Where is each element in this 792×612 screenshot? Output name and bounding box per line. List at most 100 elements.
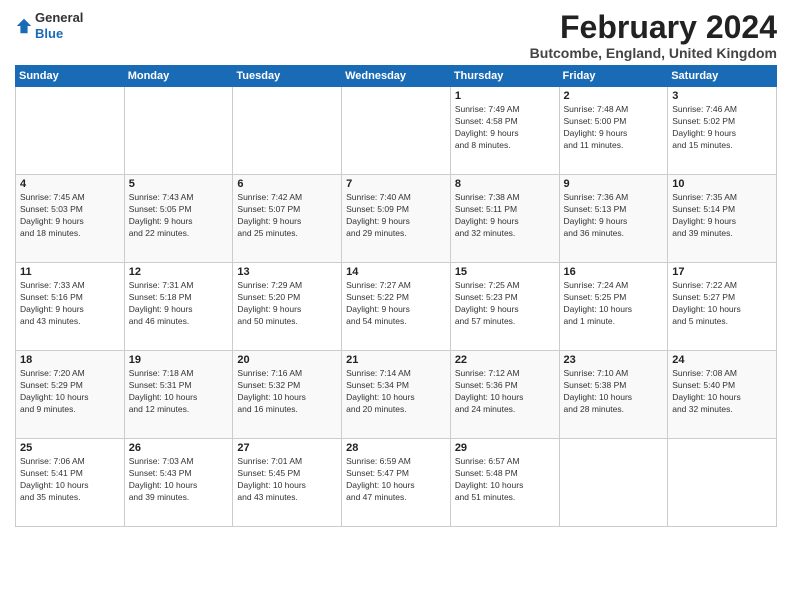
day-number: 15: [455, 266, 555, 278]
day-cell: 6 Sunrise: 7:42 AM Sunset: 5:07 PM Daylig…: [233, 175, 342, 263]
day-info: Sunrise: 7:38 AM Sunset: 5:11 PM Dayligh…: [455, 192, 555, 240]
day-number: 2: [564, 90, 664, 102]
day-info: Sunrise: 7:49 AM Sunset: 4:58 PM Dayligh…: [455, 104, 555, 152]
logo-text: General Blue: [35, 10, 83, 41]
day-cell: [233, 87, 342, 175]
day-number: 25: [20, 442, 120, 454]
day-info: Sunrise: 7:46 AM Sunset: 5:02 PM Dayligh…: [672, 104, 772, 152]
day-cell: 18 Sunrise: 7:20 AM Sunset: 5:29 PM Dayli…: [16, 351, 125, 439]
day-number: 23: [564, 354, 664, 366]
day-number: 4: [20, 178, 120, 190]
day-number: 11: [20, 266, 120, 278]
day-cell: 26Sunrise: 7:03 AM Sunset: 5:43 PM Dayli…: [124, 439, 233, 527]
day-info: Sunrise: 7:40 AM Sunset: 5:09 PM Dayligh…: [346, 192, 446, 240]
day-info: Sunrise: 7:42 AM Sunset: 5:07 PM Dayligh…: [237, 192, 337, 240]
weekday-header-tuesday: Tuesday: [233, 66, 342, 87]
day-number: 20: [237, 354, 337, 366]
header-row: General Blue February 2024 Butcombe, Eng…: [15, 10, 777, 61]
day-cell: [16, 87, 125, 175]
day-number: 9: [564, 178, 664, 190]
day-cell: [559, 439, 668, 527]
day-cell: 29 Sunrise: 6:57 AM Sunset: 5:48 PM Dayli…: [450, 439, 559, 527]
day-cell: 24 Sunrise: 7:08 AM Sunset: 5:40 PM Dayli…: [668, 351, 777, 439]
day-cell: [342, 87, 451, 175]
day-cell: 2Sunrise: 7:48 AM Sunset: 5:00 PM Daylig…: [559, 87, 668, 175]
weekday-header-sunday: Sunday: [16, 66, 125, 87]
day-number: 17: [672, 266, 772, 278]
weekday-header-row: SundayMondayTuesdayWednesdayThursdayFrid…: [16, 66, 777, 87]
day-cell: 12Sunrise: 7:31 AM Sunset: 5:18 PM Dayli…: [124, 263, 233, 351]
day-number: 10: [672, 178, 772, 190]
day-cell: 22 Sunrise: 7:12 AM Sunset: 5:36 PM Dayli…: [450, 351, 559, 439]
day-info: Sunrise: 7:14 AM Sunset: 5:34 PM Dayligh…: [346, 368, 446, 416]
day-number: 21: [346, 354, 446, 366]
day-info: Sunrise: 7:16 AM Sunset: 5:32 PM Dayligh…: [237, 368, 337, 416]
day-number: 3: [672, 90, 772, 102]
day-info: Sunrise: 7:33 AM Sunset: 5:16 PM Dayligh…: [20, 280, 120, 328]
day-cell: 21 Sunrise: 7:14 AM Sunset: 5:34 PM Dayli…: [342, 351, 451, 439]
day-number: 27: [237, 442, 337, 454]
day-cell: 11 Sunrise: 7:33 AM Sunset: 5:16 PM Dayli…: [16, 263, 125, 351]
day-cell: 7 Sunrise: 7:40 AM Sunset: 5:09 PM Daylig…: [342, 175, 451, 263]
day-info: Sunrise: 7:29 AM Sunset: 5:20 PM Dayligh…: [237, 280, 337, 328]
day-cell: 14 Sunrise: 7:27 AM Sunset: 5:22 PM Dayli…: [342, 263, 451, 351]
day-cell: [124, 87, 233, 175]
day-cell: 3 Sunrise: 7:46 AM Sunset: 5:02 PM Daylig…: [668, 87, 777, 175]
day-cell: 1 Sunrise: 7:49 AM Sunset: 4:58 PM Daylig…: [450, 87, 559, 175]
day-cell: 17Sunrise: 7:22 AM Sunset: 5:27 PM Dayli…: [668, 263, 777, 351]
day-cell: 8Sunrise: 7:38 AM Sunset: 5:11 PM Daylig…: [450, 175, 559, 263]
weekday-header-saturday: Saturday: [668, 66, 777, 87]
day-cell: 4 Sunrise: 7:45 AM Sunset: 5:03 PM Daylig…: [16, 175, 125, 263]
day-info: Sunrise: 7:03 AM Sunset: 5:43 PM Dayligh…: [129, 456, 229, 504]
day-number: 29: [455, 442, 555, 454]
day-cell: 9 Sunrise: 7:36 AM Sunset: 5:13 PM Daylig…: [559, 175, 668, 263]
day-info: Sunrise: 7:45 AM Sunset: 5:03 PM Dayligh…: [20, 192, 120, 240]
day-cell: 16 Sunrise: 7:24 AM Sunset: 5:25 PM Dayli…: [559, 263, 668, 351]
weekday-header-wednesday: Wednesday: [342, 66, 451, 87]
day-info: Sunrise: 7:36 AM Sunset: 5:13 PM Dayligh…: [564, 192, 664, 240]
day-cell: 19 Sunrise: 7:18 AM Sunset: 5:31 PM Dayli…: [124, 351, 233, 439]
day-cell: 10 Sunrise: 7:35 AM Sunset: 5:14 PM Dayli…: [668, 175, 777, 263]
day-number: 18: [20, 354, 120, 366]
day-info: Sunrise: 7:20 AM Sunset: 5:29 PM Dayligh…: [20, 368, 120, 416]
day-cell: 15 Sunrise: 7:25 AM Sunset: 5:23 PM Dayli…: [450, 263, 559, 351]
day-info: Sunrise: 7:10 AM Sunset: 5:38 PM Dayligh…: [564, 368, 664, 416]
week-row-0: 1 Sunrise: 7:49 AM Sunset: 4:58 PM Daylig…: [16, 87, 777, 175]
day-info: Sunrise: 7:43 AM Sunset: 5:05 PM Dayligh…: [129, 192, 229, 240]
week-row-4: 25 Sunrise: 7:06 AM Sunset: 5:41 PM Dayli…: [16, 439, 777, 527]
day-info: Sunrise: 7:24 AM Sunset: 5:25 PM Dayligh…: [564, 280, 664, 328]
day-info: Sunrise: 7:08 AM Sunset: 5:40 PM Dayligh…: [672, 368, 772, 416]
day-number: 24: [672, 354, 772, 366]
month-title: February 2024: [530, 10, 777, 45]
day-number: 22: [455, 354, 555, 366]
logo-icon: [15, 17, 33, 35]
day-number: 28: [346, 442, 446, 454]
day-number: 1: [455, 90, 555, 102]
day-info: Sunrise: 7:35 AM Sunset: 5:14 PM Dayligh…: [672, 192, 772, 240]
day-info: Sunrise: 7:01 AM Sunset: 5:45 PM Dayligh…: [237, 456, 337, 504]
day-number: 14: [346, 266, 446, 278]
logo: General Blue: [15, 10, 83, 41]
day-number: 6: [237, 178, 337, 190]
day-info: Sunrise: 7:18 AM Sunset: 5:31 PM Dayligh…: [129, 368, 229, 416]
day-info: Sunrise: 7:31 AM Sunset: 5:18 PM Dayligh…: [129, 280, 229, 328]
calendar-table: SundayMondayTuesdayWednesdayThursdayFrid…: [15, 65, 777, 527]
day-info: Sunrise: 7:25 AM Sunset: 5:23 PM Dayligh…: [455, 280, 555, 328]
day-cell: 20 Sunrise: 7:16 AM Sunset: 5:32 PM Dayli…: [233, 351, 342, 439]
day-number: 7: [346, 178, 446, 190]
title-block: February 2024 Butcombe, England, United …: [530, 10, 777, 61]
day-info: Sunrise: 6:57 AM Sunset: 5:48 PM Dayligh…: [455, 456, 555, 504]
week-row-1: 4 Sunrise: 7:45 AM Sunset: 5:03 PM Daylig…: [16, 175, 777, 263]
day-cell: 5 Sunrise: 7:43 AM Sunset: 5:05 PM Daylig…: [124, 175, 233, 263]
day-info: Sunrise: 6:59 AM Sunset: 5:47 PM Dayligh…: [346, 456, 446, 504]
day-info: Sunrise: 7:12 AM Sunset: 5:36 PM Dayligh…: [455, 368, 555, 416]
day-info: Sunrise: 7:06 AM Sunset: 5:41 PM Dayligh…: [20, 456, 120, 504]
day-info: Sunrise: 7:27 AM Sunset: 5:22 PM Dayligh…: [346, 280, 446, 328]
day-number: 5: [129, 178, 229, 190]
day-cell: 25 Sunrise: 7:06 AM Sunset: 5:41 PM Dayli…: [16, 439, 125, 527]
day-number: 19: [129, 354, 229, 366]
day-cell: [668, 439, 777, 527]
day-cell: 27 Sunrise: 7:01 AM Sunset: 5:45 PM Dayli…: [233, 439, 342, 527]
day-number: 13: [237, 266, 337, 278]
day-number: 16: [564, 266, 664, 278]
